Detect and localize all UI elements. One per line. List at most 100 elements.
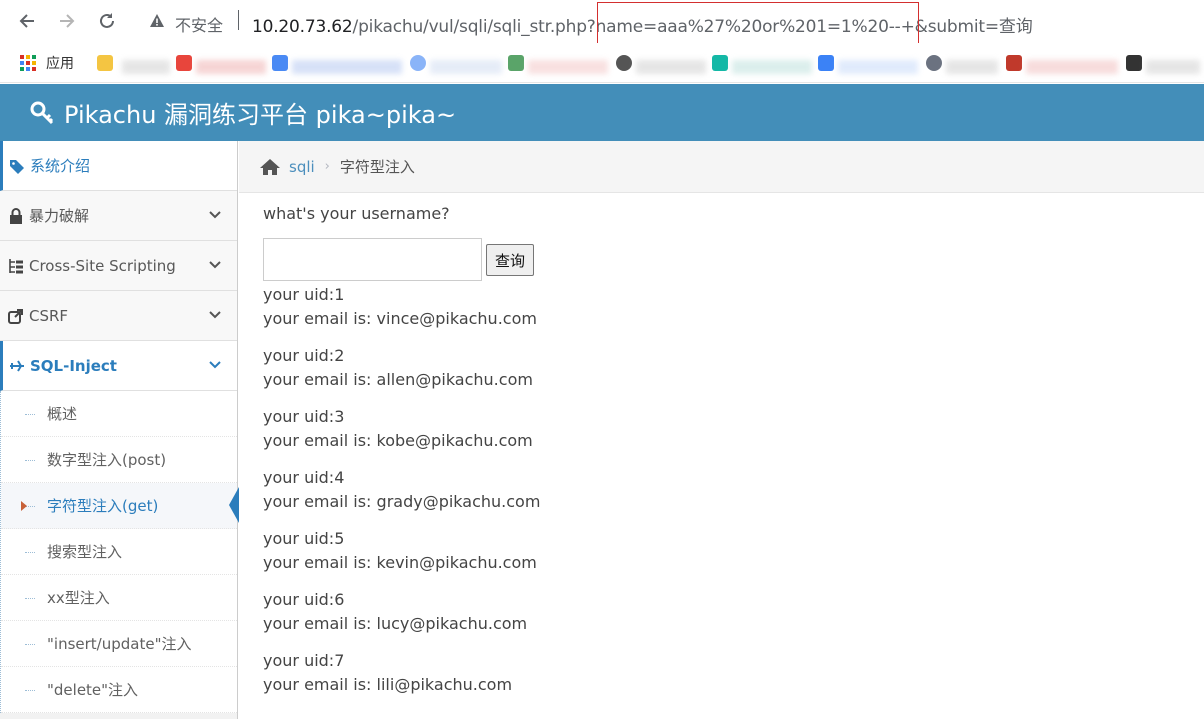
submenu-item-label: 概述 — [47, 405, 78, 423]
bookmark-favicon-icon — [508, 55, 524, 71]
url-text: 10.20.73.62/pikachu/vul/sqli/sqli_str.ph… — [252, 12, 1033, 37]
result-email: your email is: grady@pikachu.com — [263, 492, 541, 511]
submenu-item-label: 字符型注入(get) — [47, 497, 159, 515]
result-uid: your uid:1 — [263, 285, 345, 304]
result-uid: your uid:7 — [263, 651, 345, 670]
username-question: what's your username? — [263, 204, 450, 223]
submenu-item-label: xx型注入 — [47, 589, 110, 607]
bookmark-favicon-icon — [1006, 55, 1022, 71]
sidebar: 系统介绍 暴力破解 Cross-Site Scripting CSRF SQL-… — [0, 141, 239, 719]
reload-icon — [100, 13, 114, 28]
sidebar-item-sqli[interactable]: SQL-Inject — [0, 341, 237, 391]
submenu-item-delete[interactable]: "delete"注入 — [1, 667, 237, 713]
tags-icon — [9, 158, 25, 174]
blurred-bookmark-label — [636, 60, 706, 74]
query-button[interactable]: 查询 — [486, 244, 535, 276]
tree-icon — [8, 258, 24, 274]
url-field[interactable]: 不安全 10.20.73.62/pikachu/vul/sqli/sqli_st… — [140, 4, 1204, 38]
bookmark-favicon-icon — [818, 55, 834, 71]
breadcrumb: sqli › 字符型注入 — [239, 141, 1204, 193]
bookmark-favicon-icon — [926, 55, 942, 71]
sidebar-item-label: SQL-Inject — [30, 356, 117, 375]
browser-address-bar: 不安全 10.20.73.62/pikachu/vul/sqli/sqli_st… — [0, 0, 1204, 46]
security-label: 不安全 — [175, 16, 224, 35]
bookmark-favicon-icon — [1126, 55, 1142, 71]
blurred-bookmark-label — [838, 60, 918, 74]
query-form: 查询 — [263, 238, 1163, 281]
sidebar-item-xss[interactable]: Cross-Site Scripting — [0, 241, 237, 291]
sidebar-item-label: 暴力破解 — [29, 207, 90, 225]
reload-button[interactable] — [97, 11, 117, 31]
result-item: your uid:2 your email is: allen@pikachu.c… — [263, 344, 1163, 392]
bookmark-item[interactable] — [97, 53, 121, 73]
blurred-bookmark-label — [122, 60, 170, 74]
chevron-down-icon — [209, 361, 221, 369]
breadcrumb-current: 字符型注入 — [339, 158, 415, 176]
caret-right-icon — [21, 501, 27, 511]
chevron-down-icon — [209, 211, 221, 219]
main-content: what's your username? 查询 your uid:1 your … — [263, 204, 1163, 710]
result-email: your email is: kevin@pikachu.com — [263, 553, 537, 572]
site-header: Pikachu 漏洞练习平台 pika~pika~ — [0, 84, 1204, 141]
submenu-item-insert-update[interactable]: "insert/update"注入 — [1, 621, 237, 667]
result-item: your uid:6 your email is: lucy@pikachu.co… — [263, 588, 1163, 636]
chevron-down-icon — [209, 261, 221, 269]
submenu-item-label: 数字型注入(post) — [47, 451, 167, 469]
url-path: /pikachu/vul/sqli/sqli_str.php?name=aaa%… — [352, 17, 1033, 37]
submenu-item-label: "delete"注入 — [47, 681, 139, 699]
chevron-down-icon — [209, 311, 221, 319]
submenu-item-xx[interactable]: xx型注入 — [1, 575, 237, 621]
username-input[interactable] — [263, 238, 482, 281]
breadcrumb-link-sqli[interactable]: sqli — [289, 158, 315, 176]
url-host: 10.20.73.62 — [252, 17, 353, 37]
sidebar-item-intro[interactable]: 系统介绍 — [0, 141, 237, 191]
active-pointer — [229, 487, 239, 523]
result-item: your uid:3 your email is: kobe@pikachu.co… — [263, 405, 1163, 453]
share-icon — [8, 308, 24, 324]
url-divider — [238, 10, 239, 30]
sidebar-item-label: Cross-Site Scripting — [29, 256, 176, 275]
result-email: your email is: kobe@pikachu.com — [263, 431, 533, 450]
result-item: your uid:5 your email is: kevin@pikachu.c… — [263, 527, 1163, 575]
submenu-item-numeric-post[interactable]: 数字型注入(post) — [1, 437, 237, 483]
submenu-item-search[interactable]: 搜索型注入 — [1, 529, 237, 575]
key-icon — [30, 101, 54, 124]
submenu-item-string-get[interactable]: 字符型注入(get) — [1, 483, 239, 529]
arrow-right-icon — [60, 14, 75, 28]
submenu-item-label: 搜索型注入 — [47, 543, 123, 561]
back-button[interactable] — [17, 11, 37, 31]
blurred-bookmark-label — [430, 60, 502, 74]
result-item: your uid:7 your email is: lili@pikachu.co… — [263, 649, 1163, 697]
apps-label: 应用 — [46, 56, 74, 72]
results-list: your uid:1 your email is: vince@pikachu.c… — [263, 283, 1163, 697]
breadcrumb-separator-icon: › — [324, 159, 330, 174]
bookmark-favicon-icon — [176, 55, 192, 71]
bookmark-favicon-icon — [410, 55, 426, 71]
blurred-bookmark-label — [732, 60, 812, 74]
blurred-bookmark-label — [946, 60, 998, 74]
sidebar-item-label: CSRF — [29, 306, 69, 325]
forward-button[interactable] — [57, 11, 77, 31]
bookmark-favicon-icon — [616, 55, 632, 71]
sidebar-item-bruteforce[interactable]: 暴力破解 — [0, 191, 237, 241]
lock-icon — [8, 207, 24, 224]
arrow-left-icon — [19, 14, 34, 28]
result-uid: your uid:2 — [263, 346, 345, 365]
home-icon[interactable] — [259, 158, 281, 176]
blurred-bookmark-label — [292, 60, 402, 74]
apps-grid-icon — [20, 55, 36, 71]
apps-bookmark[interactable]: 应用 — [20, 53, 74, 73]
result-uid: your uid:5 — [263, 529, 345, 548]
bookmark-favicon-icon — [712, 55, 728, 71]
submenu-item-label: "insert/update"注入 — [47, 635, 192, 653]
blurred-bookmark-label — [528, 60, 608, 74]
sidebar-item-csrf[interactable]: CSRF — [0, 291, 237, 341]
blurred-bookmark-label — [196, 60, 266, 74]
site-title[interactable]: Pikachu 漏洞练习平台 pika~pika~ — [64, 95, 456, 130]
submenu-item-overview[interactable]: 概述 — [1, 391, 237, 437]
plane-icon — [9, 358, 25, 374]
result-email: your email is: lili@pikachu.com — [263, 675, 513, 694]
result-uid: your uid:4 — [263, 468, 345, 487]
result-uid: your uid:6 — [263, 590, 345, 609]
result-email: your email is: lucy@pikachu.com — [263, 614, 528, 633]
